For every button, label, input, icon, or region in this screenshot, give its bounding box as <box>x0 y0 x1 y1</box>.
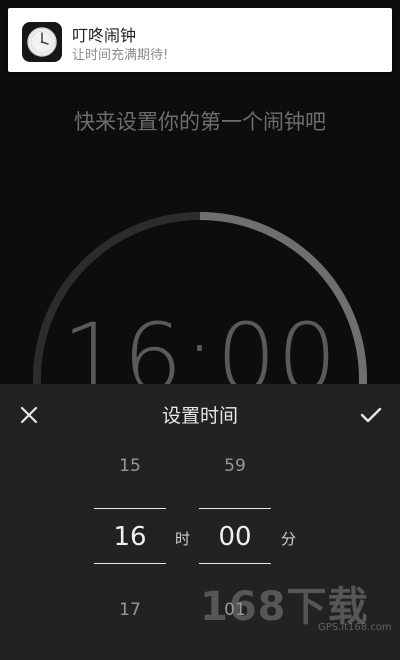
hour-prev[interactable]: 15 <box>94 456 166 476</box>
picker-title: 设置时间 <box>161 405 238 427</box>
minute-selected: 00 <box>218 522 252 552</box>
minute-prev[interactable]: 59 <box>199 456 271 476</box>
confirm-button[interactable] <box>356 400 386 430</box>
minute-unit: 分 <box>281 530 297 548</box>
hour-unit: 时 <box>175 530 191 548</box>
watermark-url: GPS.it168.com <box>318 622 392 633</box>
check-icon <box>360 407 382 423</box>
hour-selected-box: 16 <box>94 508 166 564</box>
hour-next[interactable]: 17 <box>94 600 166 620</box>
watermark: 168下载 GPS.it168.com <box>200 568 394 648</box>
minute-selected-box: 00 <box>199 508 271 564</box>
hour-selected: 16 <box>113 522 147 552</box>
